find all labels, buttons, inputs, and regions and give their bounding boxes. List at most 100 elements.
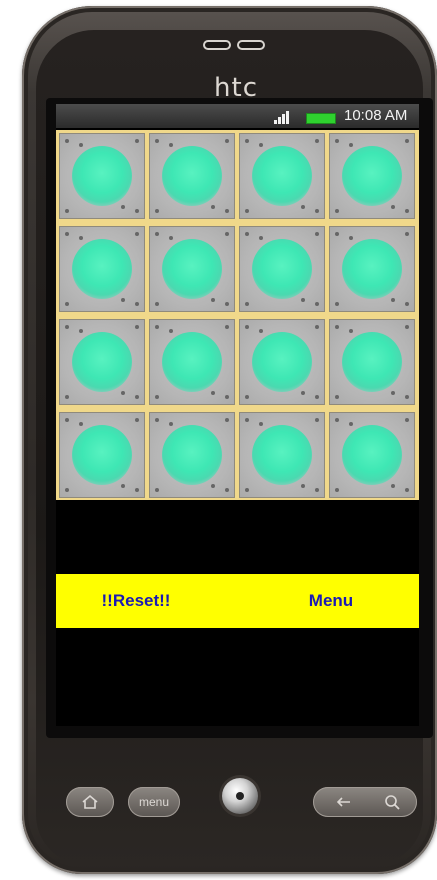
tile-rivet — [335, 395, 339, 399]
light-cell[interactable] — [59, 319, 145, 405]
tile-rivet — [225, 232, 229, 236]
menu-key[interactable]: menu — [128, 787, 180, 817]
tile-rivet — [155, 488, 159, 492]
tile-rivet — [335, 418, 339, 422]
tile-rivet — [65, 139, 69, 143]
tile-rivet — [301, 391, 305, 395]
tile-rivet — [225, 302, 229, 306]
tile-rivet — [335, 139, 339, 143]
light-cell[interactable] — [329, 412, 415, 498]
tile-rivet — [79, 329, 83, 333]
light-cell[interactable] — [149, 319, 235, 405]
tile-rivet — [349, 143, 353, 147]
light-grid — [56, 130, 419, 500]
tile-rivet — [315, 139, 319, 143]
tile-rivet — [245, 302, 249, 306]
tile-rivet — [335, 488, 339, 492]
battery-icon — [306, 113, 336, 124]
light-cell[interactable] — [239, 412, 325, 498]
reset-button[interactable]: !!Reset!! — [56, 574, 216, 628]
light-cell[interactable] — [329, 226, 415, 312]
tile-rivet — [211, 298, 215, 302]
tile-rivet — [155, 418, 159, 422]
tile-rivet — [349, 329, 353, 333]
light-glow — [162, 332, 222, 392]
light-glow — [162, 146, 222, 206]
light-cell[interactable] — [239, 133, 325, 219]
tile-rivet — [245, 395, 249, 399]
light-cell[interactable] — [59, 412, 145, 498]
trackball[interactable] — [222, 778, 258, 814]
tile-rivet — [79, 143, 83, 147]
tile-rivet — [121, 391, 125, 395]
status-bar: 10:08 AM — [56, 104, 419, 128]
light-cell[interactable] — [239, 319, 325, 405]
tile-rivet — [225, 395, 229, 399]
earpiece-speaker — [203, 40, 267, 52]
tile-rivet — [405, 209, 409, 213]
tile-rivet — [135, 302, 139, 306]
light-cell[interactable] — [149, 412, 235, 498]
light-glow — [342, 239, 402, 299]
tile-rivet — [405, 488, 409, 492]
tile-rivet — [121, 484, 125, 488]
tile-rivet — [259, 329, 263, 333]
screen: 10:08 AM !!Reset!! Menu — [56, 104, 419, 726]
tile-rivet — [135, 418, 139, 422]
tile-rivet — [79, 236, 83, 240]
back-search-key[interactable] — [313, 787, 417, 817]
light-glow — [252, 146, 312, 206]
light-cell[interactable] — [329, 319, 415, 405]
light-glow — [252, 239, 312, 299]
tile-rivet — [335, 302, 339, 306]
light-glow — [252, 332, 312, 392]
tile-rivet — [245, 139, 249, 143]
tile-rivet — [391, 391, 395, 395]
tile-rivet — [245, 418, 249, 422]
light-glow — [342, 425, 402, 485]
light-cell[interactable] — [59, 226, 145, 312]
light-glow — [72, 425, 132, 485]
menu-key-label: menu — [138, 795, 170, 809]
light-cell[interactable] — [329, 133, 415, 219]
tile-rivet — [155, 395, 159, 399]
tile-rivet — [245, 232, 249, 236]
tile-rivet — [211, 391, 215, 395]
tile-rivet — [155, 325, 159, 329]
home-icon — [82, 794, 98, 809]
light-glow — [162, 425, 222, 485]
menu-button[interactable]: Menu — [256, 574, 406, 628]
light-cell[interactable] — [239, 226, 325, 312]
light-cell[interactable] — [59, 133, 145, 219]
tile-rivet — [79, 422, 83, 426]
tile-rivet — [225, 325, 229, 329]
tile-rivet — [155, 232, 159, 236]
tile-rivet — [135, 232, 139, 236]
tile-rivet — [315, 232, 319, 236]
tile-rivet — [155, 209, 159, 213]
tile-rivet — [121, 205, 125, 209]
tile-rivet — [335, 325, 339, 329]
tile-rivet — [65, 209, 69, 213]
tile-rivet — [391, 205, 395, 209]
tile-rivet — [391, 484, 395, 488]
tile-rivet — [121, 298, 125, 302]
tile-rivet — [315, 488, 319, 492]
tile-rivet — [135, 395, 139, 399]
home-key[interactable] — [66, 787, 114, 817]
tile-rivet — [405, 418, 409, 422]
light-cell[interactable] — [149, 226, 235, 312]
light-cell[interactable] — [149, 133, 235, 219]
signal-bars-icon — [274, 108, 290, 124]
light-glow — [162, 239, 222, 299]
tile-rivet — [259, 236, 263, 240]
tile-rivet — [225, 139, 229, 143]
tile-rivet — [405, 139, 409, 143]
tile-rivet — [135, 209, 139, 213]
tile-rivet — [65, 302, 69, 306]
tile-rivet — [225, 488, 229, 492]
tile-rivet — [65, 418, 69, 422]
tile-rivet — [315, 325, 319, 329]
tile-rivet — [315, 418, 319, 422]
tile-rivet — [315, 395, 319, 399]
